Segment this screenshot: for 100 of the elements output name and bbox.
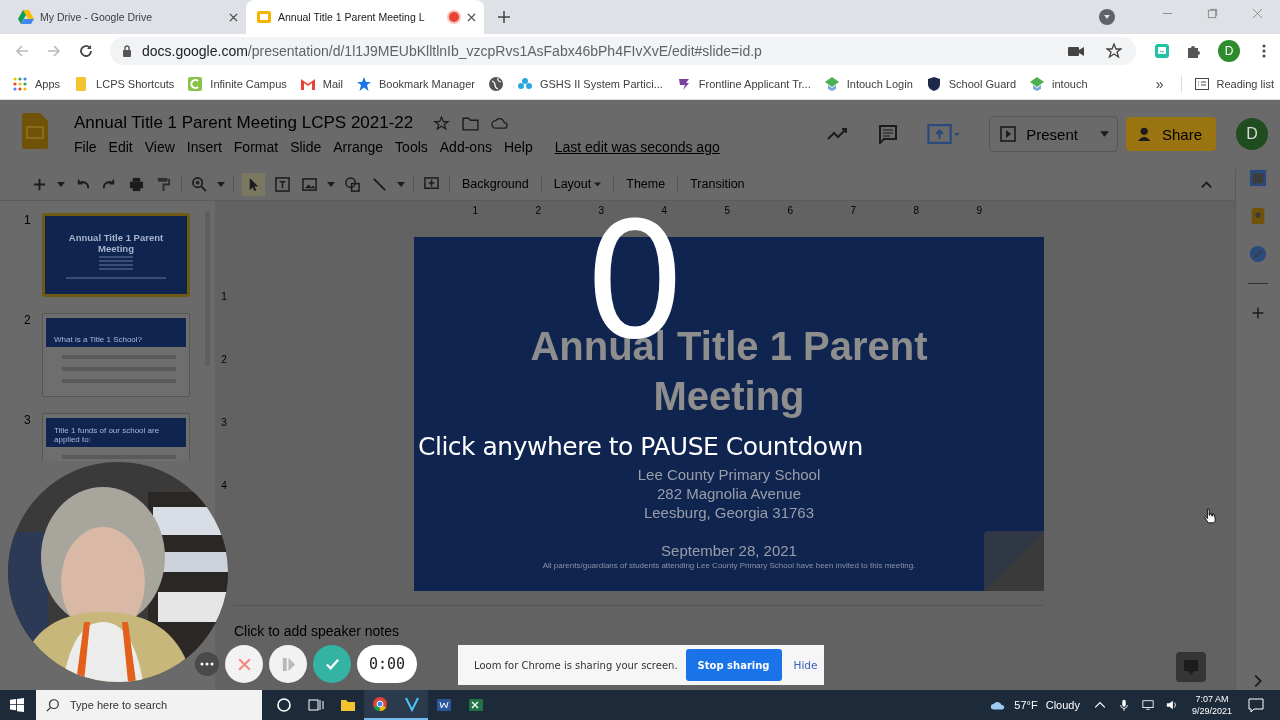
zoom-icon[interactable] (190, 176, 209, 192)
forward-icon[interactable] (46, 43, 62, 59)
image-icon[interactable] (300, 176, 319, 192)
document-title[interactable]: Annual Title 1 Parent Meeting LCPS 2021-22 (74, 113, 414, 133)
caret-icon[interactable] (1099, 131, 1109, 137)
task-view-icon[interactable] (308, 697, 324, 713)
extension-icon[interactable] (1154, 43, 1170, 59)
search-icon (46, 698, 60, 712)
tasks-icon[interactable] (1249, 245, 1267, 263)
excel-icon[interactable] (468, 697, 484, 713)
menu-item[interactable]: Add-ons (433, 139, 498, 155)
bookmark[interactable]: Bookmark Manager (355, 75, 475, 92)
menu-item[interactable]: Arrange (327, 139, 390, 155)
share-button[interactable]: Share (1125, 117, 1216, 151)
bookmark[interactable]: LCPS Shortcuts (73, 75, 175, 92)
text-box-icon[interactable] (273, 176, 292, 192)
back-icon[interactable] (14, 43, 30, 59)
thumbnail-title: Annual Title 1 Parent Meeting (67, 232, 165, 254)
more-bookmarks-button[interactable]: » (1155, 75, 1164, 92)
volume-icon[interactable] (1165, 699, 1178, 711)
globe-icon[interactable] (487, 75, 504, 92)
bookmark[interactable]: Infinite Campus (187, 75, 287, 92)
v-app-icon[interactable] (404, 696, 420, 712)
tab-search-icon[interactable] (1099, 9, 1115, 25)
bookmark[interactable]: intouch (1029, 75, 1088, 92)
star-icon[interactable] (1106, 43, 1122, 59)
clock-time[interactable]: 7:07 AM (1195, 693, 1229, 705)
clock-date[interactable]: 9/29/2021 (1191, 705, 1232, 717)
recording-icon (447, 10, 461, 24)
menu-item[interactable]: Help (497, 139, 539, 155)
cluster-icon (516, 75, 533, 92)
close-icon[interactable] (467, 12, 476, 22)
restore-icon[interactable] (1207, 8, 1218, 19)
menu-item[interactable]: File (68, 139, 103, 155)
bookmark[interactable]: School Guard (925, 75, 1017, 92)
square-icon (187, 75, 204, 92)
countdown-hint[interactable]: Click anywhere to PAUSE Countdown (418, 432, 863, 461)
network-icon[interactable] (1141, 699, 1154, 711)
close-icon (236, 656, 252, 672)
last-edit-link[interactable]: Last edit was seconds ago (554, 139, 720, 155)
slide-thumbnail[interactable]: Annual Title 1 Parent Meeting (42, 213, 190, 297)
address-field[interactable]: docs.google.com/presentation/d/1l1J9MEUbKlltlnIb_vzcpRvs1AsFabx46bPh4FIvXvE/edit#slide=id.p (110, 37, 1136, 65)
puzzle-icon[interactable] (1186, 43, 1202, 59)
comment-icon[interactable] (877, 124, 900, 144)
word-icon[interactable] (436, 697, 452, 713)
toolbar-button[interactable]: Theme (622, 177, 670, 191)
chrome-icon[interactable] (372, 696, 388, 712)
menu-item[interactable]: View (138, 139, 181, 155)
reading-list-button[interactable]: Reading list (1180, 75, 1274, 92)
taskbar-search-field[interactable]: Type here to search (36, 690, 262, 720)
folder-icon[interactable] (340, 697, 356, 713)
caret-icon[interactable] (327, 181, 335, 187)
new-tab-icon[interactable] (498, 11, 510, 23)
horizontal-ruler: 1 2 3 4 5 6 7 8 9 (471, 203, 983, 217)
menu-item[interactable]: Format (227, 139, 285, 155)
menu-item[interactable]: Tools (389, 139, 434, 155)
shape-icon[interactable] (343, 176, 362, 192)
windows-start-icon[interactable] (10, 698, 24, 712)
keep-icon[interactable] (1249, 207, 1267, 225)
bookmark[interactable]: Apps (12, 75, 61, 92)
slide-date: September 28, 2021 (661, 542, 797, 559)
thumbnail-title: Title 1 funds of our school are applied to: (54, 426, 161, 444)
print-icon[interactable] (127, 176, 146, 192)
menu-item[interactable]: Slide (284, 139, 328, 155)
stop-sharing-button[interactable]: Stop sharing (685, 649, 782, 681)
caret-icon[interactable] (57, 181, 65, 187)
present-button[interactable]: Present (989, 116, 1118, 152)
reload-icon[interactable] (78, 43, 94, 59)
slide-thumbnail[interactable]: Title 1 funds of our school are applied to: (42, 413, 190, 461)
cube-icon (823, 75, 840, 92)
microphone-icon[interactable] (1117, 699, 1130, 711)
slide-thumbnail[interactable]: What is a Title 1 School? (42, 313, 190, 397)
more-options-button[interactable] (195, 652, 219, 676)
bookmark[interactable]: GSHS II System Partici... (516, 75, 663, 92)
toolbar-button[interactable]: Transition (686, 177, 749, 191)
line-icon[interactable] (370, 176, 389, 192)
close-icon[interactable] (229, 12, 238, 22)
menu-item[interactable]: Insert (180, 139, 228, 155)
bookmark[interactable]: Frontline Applicant Tr... (675, 75, 811, 92)
toolbar-button[interactable]: Layout (549, 177, 606, 191)
cortana-icon[interactable] (276, 697, 292, 713)
hide-button[interactable]: Hide (789, 659, 822, 671)
star-icon[interactable] (433, 115, 451, 131)
browser-tab[interactable]: My Drive - Google Drive (8, 0, 246, 34)
caret-icon[interactable] (397, 181, 405, 187)
select-cursor-icon[interactable] (242, 172, 265, 196)
notification-icon[interactable] (1248, 697, 1264, 713)
slide-number: 2 (23, 313, 32, 327)
account-avatar[interactable]: D (1236, 118, 1268, 150)
caret-icon[interactable] (217, 181, 225, 187)
bookmark[interactable]: Intouch Login (823, 75, 913, 92)
profile-avatar[interactable]: D (1218, 40, 1240, 62)
toolbar-button[interactable]: Background (458, 177, 533, 191)
hand-cursor-icon (1204, 508, 1216, 524)
menu-item[interactable]: Edit (102, 139, 139, 155)
chevron-icon[interactable] (1093, 699, 1106, 711)
calendar-icon[interactable] (1249, 169, 1267, 187)
browser-tab[interactable]: Annual Title 1 Parent Meeting L (246, 0, 484, 34)
comment-add-icon[interactable] (422, 176, 441, 192)
bookmark[interactable]: Mail (299, 75, 343, 92)
